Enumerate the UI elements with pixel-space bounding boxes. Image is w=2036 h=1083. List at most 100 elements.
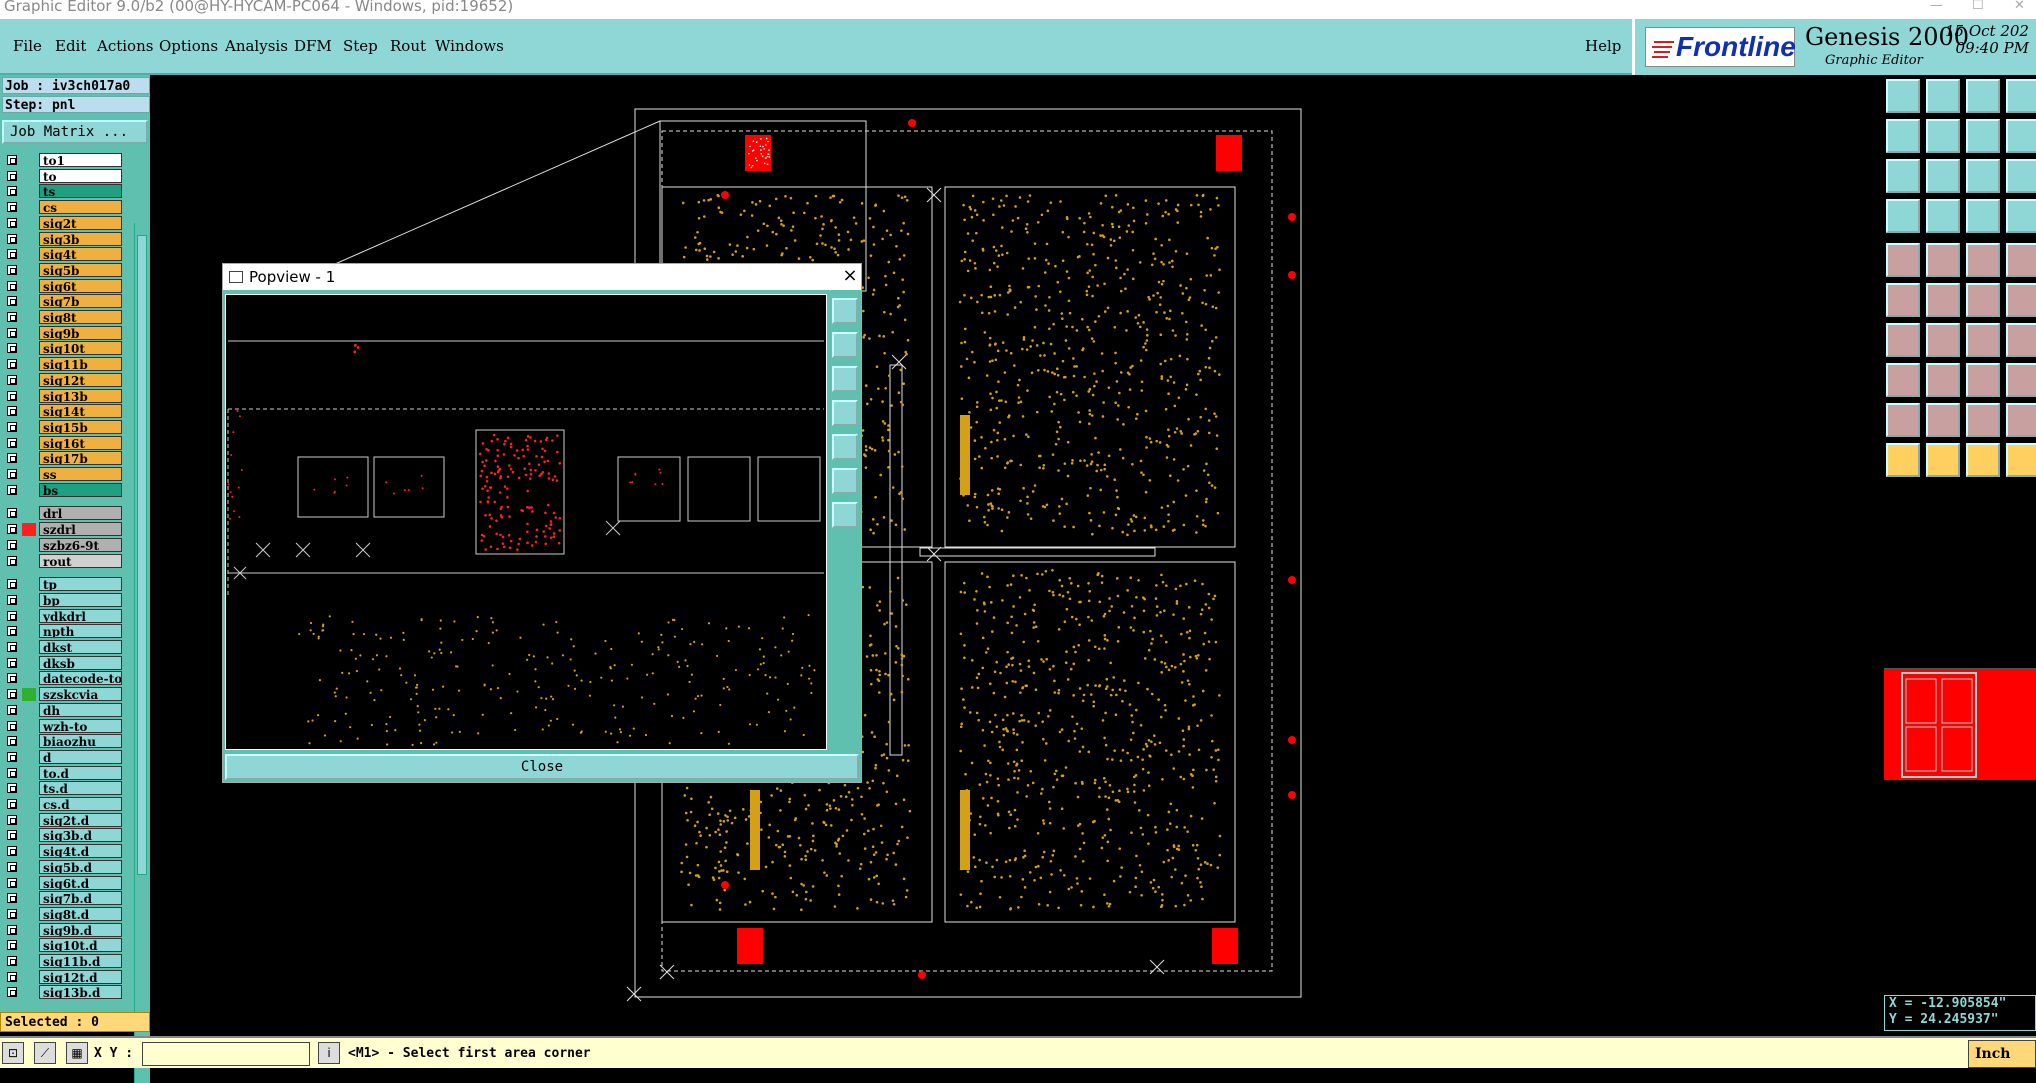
layer-name[interactable]: tp [39, 577, 122, 592]
layer-name[interactable]: sig15b [39, 419, 122, 434]
layer-checkbox[interactable] [7, 579, 17, 590]
layer-checkbox[interactable] [7, 155, 17, 165]
layer-checkbox[interactable] [7, 249, 17, 260]
select2-icon[interactable] [1926, 443, 1960, 477]
layer-name[interactable]: sig13b [39, 388, 122, 403]
snap-icon[interactable] [2006, 283, 2036, 317]
layer-checkbox[interactable] [7, 327, 17, 338]
layer-name[interactable]: dksb [39, 655, 122, 670]
layer-checkbox[interactable] [7, 642, 17, 652]
layer-name[interactable]: sig5b.d [39, 859, 122, 874]
home-icon[interactable] [1966, 79, 2000, 113]
layer-row[interactable]: szdrl [2, 522, 122, 537]
layer-checkbox[interactable] [7, 233, 17, 244]
layer-checkbox[interactable] [7, 296, 17, 307]
layer-name[interactable]: szdrl [39, 522, 122, 537]
layer-name[interactable]: ydkdrl [39, 608, 122, 623]
maximize-icon[interactable]: ☐ [1972, 0, 1984, 12]
layer-checkbox[interactable] [7, 170, 17, 181]
layer-name[interactable]: sig9b [39, 325, 122, 340]
layer-row[interactable]: drl [2, 506, 122, 521]
layer-color-swatch[interactable] [22, 625, 36, 638]
angle-icon[interactable] [1886, 323, 1920, 357]
layer-color-swatch[interactable] [22, 986, 36, 999]
menu-actions[interactable]: Actions [97, 37, 153, 55]
layer-color-swatch[interactable] [22, 829, 36, 842]
layer-row[interactable]: tp [2, 577, 122, 592]
layer-color-swatch[interactable] [22, 311, 36, 324]
layer-color-swatch[interactable] [22, 421, 36, 434]
layer-checkbox[interactable] [7, 689, 17, 700]
layer-row[interactable]: sig2t.d [2, 812, 122, 827]
layer-color-swatch[interactable] [22, 374, 36, 387]
layer-color-swatch[interactable] [22, 861, 36, 874]
layer-color-swatch[interactable] [22, 264, 36, 277]
layer-color-swatch[interactable] [22, 971, 36, 984]
triangle-icon[interactable] [1886, 403, 1920, 437]
popview-close-button[interactable]: Close [225, 754, 859, 780]
layer-checkbox[interactable] [7, 877, 17, 888]
layer-row[interactable]: cs [2, 200, 122, 215]
layer-checkbox[interactable] [7, 814, 17, 825]
layer-color-swatch[interactable] [22, 280, 36, 293]
layer-checkbox[interactable] [7, 610, 17, 621]
layer-name[interactable]: sig16t [39, 435, 122, 450]
layer-row[interactable]: ydkdrl [2, 608, 122, 623]
pad-icon[interactable] [1886, 243, 1920, 277]
layer-color-swatch[interactable] [22, 924, 36, 937]
text-a2-icon[interactable] [1966, 403, 2000, 437]
layer-row[interactable]: sig13b [2, 388, 122, 403]
layer-row[interactable]: d [2, 749, 122, 764]
layer-color-swatch[interactable] [22, 201, 36, 214]
layer-checkbox[interactable] [7, 312, 17, 322]
popview-zoom-in-icon[interactable] [832, 468, 858, 494]
circle-icon[interactable] [2006, 243, 2036, 277]
stretch-icon[interactable] [2006, 119, 2036, 153]
net-icon[interactable] [2006, 199, 2036, 233]
layer-row[interactable]: sig7b.d [2, 891, 122, 906]
pattern-icon[interactable] [2006, 323, 2036, 357]
layer-color-swatch[interactable] [22, 720, 36, 733]
layer-color-swatch[interactable] [22, 539, 36, 552]
layer-name[interactable]: dkst [39, 640, 122, 654]
layer-checkbox[interactable] [7, 359, 17, 370]
layer-checkbox[interactable] [7, 893, 17, 904]
layer-checkbox[interactable] [7, 736, 17, 747]
layer-color-swatch[interactable] [22, 782, 36, 795]
menu-step[interactable]: Step [343, 37, 378, 55]
layer-row[interactable]: sig9b [2, 325, 122, 340]
layer-checkbox[interactable] [7, 539, 17, 550]
layer-color-swatch[interactable] [22, 594, 36, 607]
layer-checkbox[interactable] [7, 343, 17, 354]
layer-row[interactable]: dksb [2, 655, 122, 670]
layer-name[interactable]: sig17b [39, 451, 122, 466]
layer-checkbox[interactable] [7, 453, 17, 464]
layer-checkbox[interactable] [7, 673, 17, 684]
layer-name[interactable]: dh [39, 702, 122, 717]
layer-name[interactable]: sig12t [39, 372, 122, 387]
layout-icon[interactable] [2006, 79, 2036, 113]
layer-name[interactable]: sig9b.d [39, 922, 122, 937]
layer-checkbox[interactable] [7, 704, 17, 715]
layer-color-swatch[interactable] [22, 877, 36, 890]
layer-name[interactable]: drl [39, 506, 122, 521]
layer-checkbox[interactable] [7, 202, 17, 213]
popview-pan-left-icon[interactable] [832, 400, 858, 426]
popview-canvas[interactable] [225, 294, 827, 750]
layer-row[interactable]: sig11b [2, 357, 122, 372]
layer-row[interactable]: sig3b.d [2, 828, 122, 843]
layer-row[interactable]: sig3b [2, 231, 122, 246]
open-icon[interactable] [1886, 79, 1920, 113]
layer-list-scrollbar[interactable] [134, 223, 150, 1083]
layer-row[interactable]: biaozhu [2, 734, 122, 749]
layer-color-swatch[interactable] [22, 233, 36, 246]
layer-name[interactable]: sig8t [39, 310, 122, 324]
layer-color-swatch[interactable] [22, 342, 36, 355]
layer-checkbox[interactable] [7, 626, 17, 637]
layer-name[interactable]: sig11b.d [39, 954, 122, 968]
popview-pan-right-icon[interactable] [832, 434, 858, 460]
curve-icon[interactable] [1966, 323, 2000, 357]
layer-color-swatch[interactable] [22, 672, 36, 685]
layer-row[interactable]: sig4t.d [2, 844, 122, 859]
layer-color-swatch[interactable] [22, 578, 36, 591]
